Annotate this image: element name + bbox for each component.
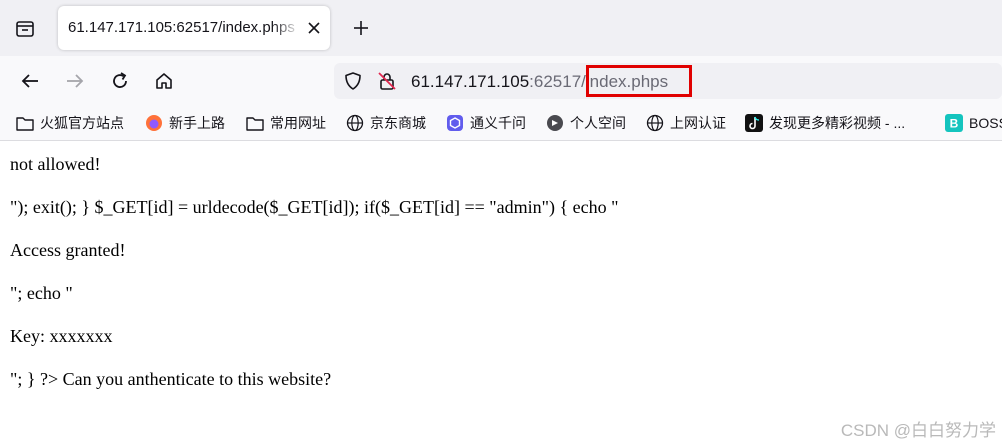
bookmark-label: 个人空间 (570, 115, 626, 131)
close-icon (308, 22, 320, 34)
boss-icon: B (945, 114, 963, 132)
text-line: "; echo " (10, 283, 73, 303)
tab-close-button[interactable] (304, 18, 324, 38)
tab-strip: 61.147.171.105:62517/index.phps (0, 0, 1002, 56)
text-line: "; } ?> Can you anthenticate to this web… (10, 369, 332, 389)
navigation-toolbar: 61.147.171.105:62517/index.phps (0, 56, 1002, 106)
text-line: Key: xxxxxxx (10, 326, 113, 346)
firefox-icon (145, 114, 163, 132)
plus-icon (354, 21, 368, 35)
csdn-watermark: CSDN @白白努力学 (840, 421, 996, 440)
reload-button[interactable] (107, 68, 133, 94)
bookmark-label: 通义千问 (470, 115, 526, 131)
globe-icon (646, 114, 664, 132)
new-tab-button[interactable] (349, 16, 373, 40)
bookmarks-toolbar: 火狐官方站点 新手上路 常用网址 京东商城 通义千问 个人空间 上网认证 发现更… (0, 106, 1002, 141)
bookmark-label: 火狐官方站点 (40, 115, 124, 131)
bookmark-label: 新手上路 (169, 115, 225, 131)
svg-text:B: B (950, 117, 959, 131)
bookmark-label: BOSS (969, 115, 1002, 131)
bookmark-getting-started[interactable]: 新手上路 (145, 112, 225, 134)
tab-list-icon (16, 21, 34, 37)
bookmark-jd[interactable]: 京东商城 (346, 112, 426, 134)
tab-title: 61.147.171.105:62517/index.phps (68, 19, 295, 36)
bookmark-label: 发现更多精彩视频 - ... (769, 115, 906, 131)
tongyi-icon (446, 114, 464, 132)
tracking-protection-button[interactable] (342, 70, 364, 92)
globe-icon (346, 114, 364, 132)
address-bar[interactable]: 61.147.171.105:62517/index.phps (334, 63, 1002, 99)
home-icon (156, 73, 172, 89)
url-host: 61.147.171.105 (411, 72, 530, 91)
forward-arrow-icon (67, 74, 84, 88)
back-arrow-icon (21, 74, 38, 88)
text-line: not allowed! (10, 154, 101, 174)
bilibili-icon (546, 114, 564, 132)
bookmark-folder-firefox-official[interactable]: 火狐官方站点 (16, 112, 124, 134)
back-button[interactable] (17, 68, 43, 94)
url-text[interactable]: 61.147.171.105:62517/index.phps (411, 72, 668, 92)
bookmark-network-auth[interactable]: 上网认证 (646, 112, 726, 134)
home-button[interactable] (151, 68, 177, 94)
text-line: "); exit(); } $_GET[id] = urldecode($_GE… (10, 197, 619, 217)
tab-active[interactable]: 61.147.171.105:62517/index.phps (58, 6, 330, 50)
tab-list-button[interactable] (12, 16, 38, 42)
bookmark-label: 常用网址 (270, 115, 326, 131)
insecure-lock-icon (378, 72, 396, 90)
folder-icon (246, 114, 264, 132)
shield-icon (345, 72, 361, 90)
bookmark-personal-space[interactable]: 个人空间 (546, 112, 626, 134)
tiktok-icon (745, 114, 763, 132)
bookmark-tongyi[interactable]: 通义千问 (446, 112, 526, 134)
bookmark-label: 上网认证 (670, 115, 726, 131)
reload-icon (113, 72, 127, 88)
text-line: Access granted! (10, 240, 126, 260)
site-info-button[interactable] (376, 70, 398, 92)
bookmark-folder-common-sites[interactable]: 常用网址 (246, 112, 326, 134)
url-path: /index.phps (581, 72, 669, 91)
forward-button[interactable] (62, 68, 88, 94)
bookmark-douyin[interactable]: 发现更多精彩视频 - ... (745, 112, 905, 134)
bookmark-boss[interactable]: B BOSS (945, 112, 1002, 134)
bookmark-label: 京东商城 (370, 115, 426, 131)
folder-icon (16, 114, 34, 132)
url-port: :62517 (529, 72, 582, 91)
